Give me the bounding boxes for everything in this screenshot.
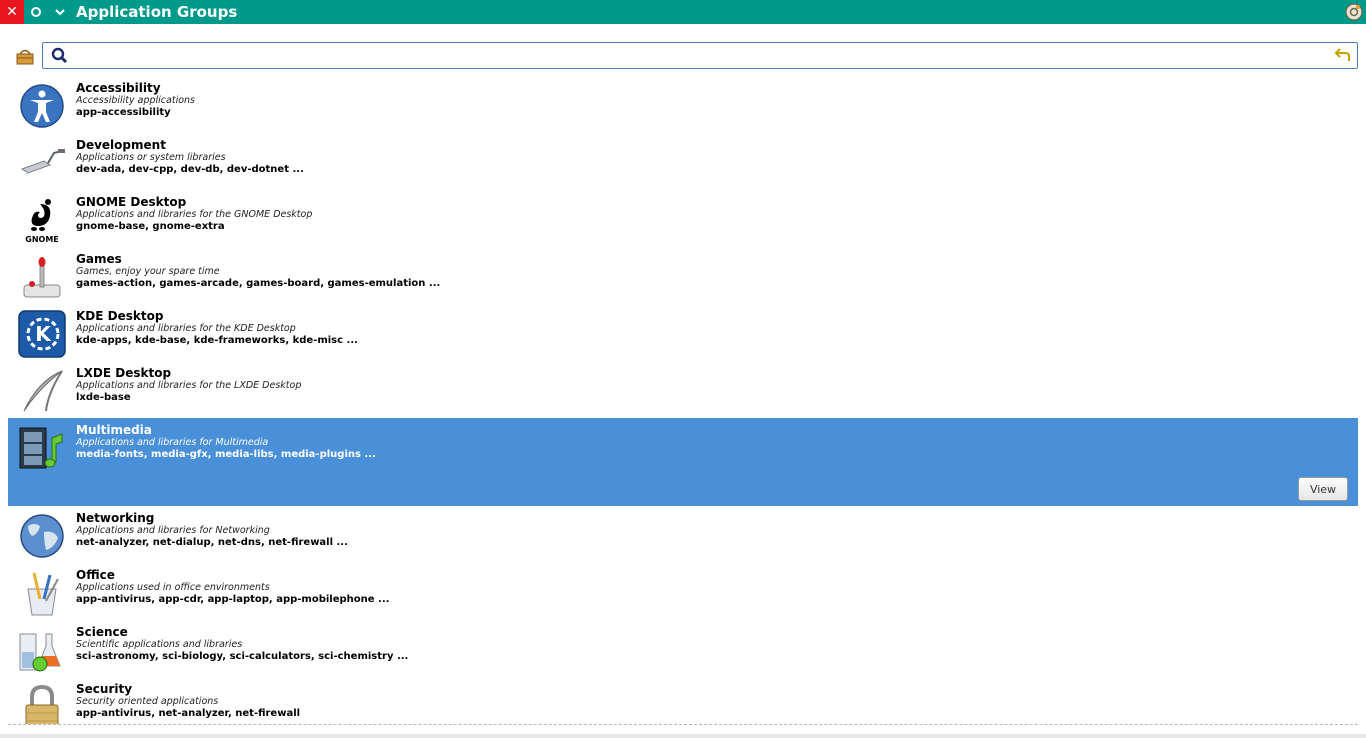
multimedia-icon xyxy=(19,427,63,469)
globe-icon xyxy=(20,514,64,558)
flask-icon xyxy=(19,633,61,672)
minimize-button[interactable] xyxy=(48,0,72,24)
search-field[interactable] xyxy=(42,42,1358,69)
accessibility-icon xyxy=(20,84,64,128)
office-icon xyxy=(27,572,59,616)
circle-icon xyxy=(31,7,41,17)
close-button[interactable]: ✕ xyxy=(0,0,24,24)
view-button[interactable]: View xyxy=(1298,477,1348,501)
group-packages: kde-apps, kde-base, kde-frameworks, kde-… xyxy=(76,335,358,346)
list-item[interactable]: Networking Applications and libraries fo… xyxy=(8,506,1358,563)
group-description: Games, enjoy your spare time xyxy=(76,266,220,277)
group-packages: net-analyzer, net-dialup, net-dns, net-f… xyxy=(76,537,348,548)
app-logo-icon xyxy=(1345,3,1363,21)
gnome-icon: GNOME xyxy=(25,199,59,244)
search-icon xyxy=(51,47,68,64)
clear-undo-icon[interactable] xyxy=(1333,48,1351,64)
group-name: Networking xyxy=(76,511,155,525)
group-name: KDE Desktop xyxy=(76,309,164,323)
list-item[interactable]: Accessibility Accessibility applications… xyxy=(8,76,1358,133)
window-titlebar: ✕ Application Groups xyxy=(0,0,1366,24)
group-list: Accessibility Accessibility applications… xyxy=(8,76,1358,724)
group-packages: app-antivirus, app-cdr, app-laptop, app-… xyxy=(76,594,390,605)
list-item[interactable]: LXDE Desktop Applications and libraries … xyxy=(8,361,1358,418)
kde-icon: K xyxy=(18,310,66,358)
group-description: Applications and libraries for Networkin… xyxy=(76,525,270,536)
list-item[interactable]: K KDE Desktop Applications and libraries… xyxy=(8,304,1358,361)
group-name: Development xyxy=(76,138,166,152)
window-bottom-edge xyxy=(0,734,1366,738)
group-description: Applications and libraries for the LXDE … xyxy=(76,380,302,391)
search-input[interactable] xyxy=(73,46,1323,65)
list-item[interactable]: Games Games, enjoy your spare time games… xyxy=(8,247,1358,304)
group-packages: app-antivirus, net-analyzer, net-firewal… xyxy=(76,708,301,719)
padlock-icon xyxy=(25,684,59,724)
maximize-button[interactable] xyxy=(24,0,48,24)
group-name: Games xyxy=(76,252,122,266)
list-item[interactable]: Science Scientific applications and libr… xyxy=(8,620,1358,677)
chevron-down-icon xyxy=(55,9,65,16)
group-packages: games-action, games-arcade, games-board,… xyxy=(76,278,441,289)
list-bottom-divider xyxy=(8,724,1358,725)
group-packages: gnome-base, gnome-extra xyxy=(76,221,225,232)
joystick-icon xyxy=(23,257,61,298)
gnome-icon-label: GNOME xyxy=(25,235,59,244)
group-packages: dev-ada, dev-cpp, dev-db, dev-dotnet ... xyxy=(76,164,304,175)
group-packages: lxde-base xyxy=(76,392,131,403)
window-title: Application Groups xyxy=(76,3,238,21)
group-description: Applications and libraries for the GNOME… xyxy=(76,209,313,220)
group-description: Applications used in office environments xyxy=(76,582,270,593)
trowel-icon xyxy=(20,149,65,174)
group-packages: media-fonts, media-gfx, media-libs, medi… xyxy=(76,449,376,460)
group-description: Accessibility applications xyxy=(76,95,195,106)
list-item[interactable]: Security Security oriented applications … xyxy=(8,677,1358,724)
lxde-icon xyxy=(23,370,63,412)
group-name: Security xyxy=(76,682,133,696)
group-description: Scientific applications and libraries xyxy=(76,639,243,650)
group-description: Applications and libraries for Multimedi… xyxy=(76,437,269,448)
list-item[interactable]: Office Applications used in office envir… xyxy=(8,563,1358,620)
group-name: Multimedia xyxy=(76,423,152,437)
group-name: Science xyxy=(76,625,128,639)
kde-icon-label: K xyxy=(35,322,52,346)
group-packages: sci-astronomy, sci-biology, sci-calculat… xyxy=(76,651,409,662)
list-item-selected[interactable]: Multimedia Applications and libraries fo… xyxy=(8,418,1358,506)
group-description: Applications and libraries for the KDE D… xyxy=(76,323,296,334)
group-description: Applications or system libraries xyxy=(76,152,226,163)
list-item[interactable]: GNOME GNOME Desktop Applications and lib… xyxy=(8,190,1358,247)
search-row xyxy=(0,40,1366,72)
package-basket-icon xyxy=(16,49,34,65)
group-name: LXDE Desktop xyxy=(76,366,172,380)
close-icon: ✕ xyxy=(6,4,18,20)
group-name: Office xyxy=(76,568,115,582)
group-name: Accessibility xyxy=(76,81,161,95)
group-packages: app-accessibility xyxy=(76,107,171,118)
group-name: GNOME Desktop xyxy=(76,195,187,209)
list-item[interactable]: Development Applications or system libra… xyxy=(8,133,1358,190)
group-description: Security oriented applications xyxy=(76,696,219,707)
